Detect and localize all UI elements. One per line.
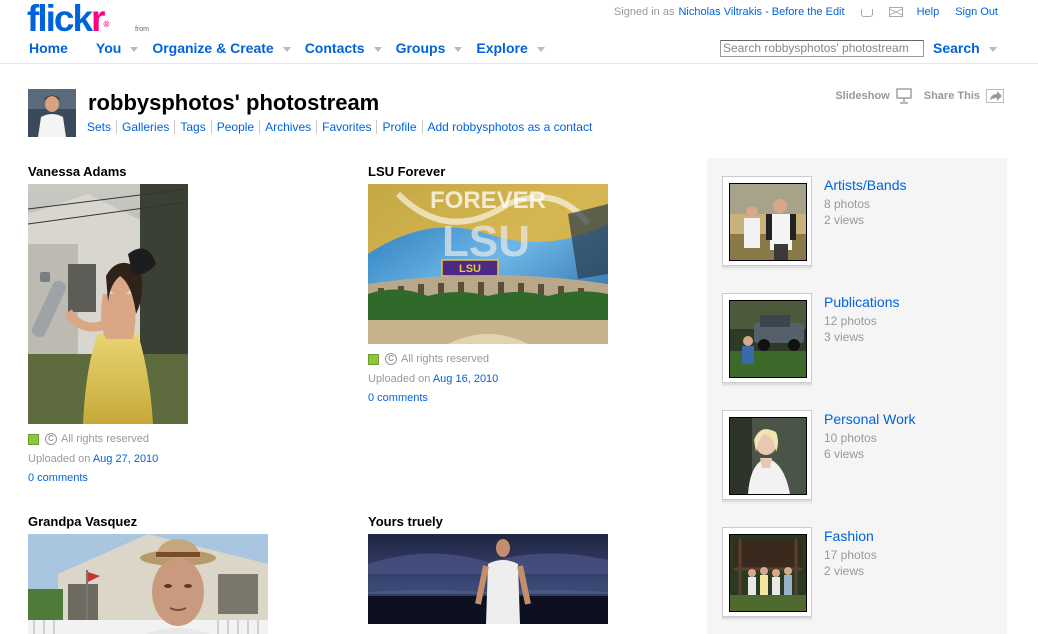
account-bar: Signed in as Nicholas Viltrakis - Before… <box>614 6 998 18</box>
photostream-subnav: Sets Galleries Tags People Archives Favo… <box>87 120 592 134</box>
help-link[interactable]: Help <box>917 6 940 18</box>
set-name-link[interactable]: Personal Work <box>824 411 916 427</box>
nav-groups[interactable]: Groups <box>396 40 477 56</box>
set-photo-count: 10 photos <box>824 431 877 445</box>
subnav-sets[interactable]: Sets <box>87 120 111 134</box>
subnav-favorites[interactable]: Favorites <box>322 120 371 134</box>
chevron-down-icon[interactable] <box>536 46 545 52</box>
share-icon <box>986 89 1004 103</box>
cart-icon[interactable] <box>860 9 873 17</box>
chevron-down-icon[interactable] <box>373 46 382 52</box>
license-info: C All rights reserved <box>368 353 608 365</box>
subnav-tags[interactable]: Tags <box>180 120 205 134</box>
sets-sidebar: Artists/Bands 8 photos 2 views Publicati… <box>707 158 1007 634</box>
set-view-count: 2 views <box>824 213 865 227</box>
sign-out-link[interactable]: Sign Out <box>955 6 998 18</box>
set-name-link[interactable]: Publications <box>824 294 900 310</box>
chevron-down-icon[interactable] <box>454 46 463 52</box>
photo-item: LSU Forever FOREVER LSU LSU C All rights… <box>368 164 608 404</box>
photo-thumbnail[interactable] <box>28 534 268 634</box>
flickr-logo[interactable]: flickr® from <box>27 0 149 37</box>
set-thumbnail[interactable] <box>722 176 812 266</box>
comments-link[interactable]: 0 comments <box>28 472 88 484</box>
copyright-icon: C <box>45 433 57 445</box>
license-green-icon <box>28 433 39 445</box>
subnav-add-contact[interactable]: Add robbysphotos as a contact <box>428 120 593 134</box>
set-photo-count: 12 photos <box>824 314 877 328</box>
set-thumbnail[interactable] <box>722 293 812 383</box>
photostream-actions: Slideshow Share This <box>835 88 1004 104</box>
signed-in-label: Signed in as <box>613 6 675 18</box>
photo-thumbnail[interactable]: FOREVER LSU LSU <box>368 184 608 344</box>
copyright-icon: C <box>385 353 397 365</box>
set-view-count: 2 views <box>824 564 865 578</box>
set-view-count: 6 views <box>824 447 865 461</box>
nav-home[interactable]: Home <box>29 40 68 56</box>
slideshow-button[interactable]: Slideshow <box>835 88 912 104</box>
chevron-down-icon[interactable] <box>989 47 997 52</box>
photo-title[interactable]: Vanessa Adams <box>28 164 188 179</box>
user-name-link[interactable]: Nicholas Viltrakis - Before the Edit <box>678 6 844 18</box>
share-button[interactable]: Share This <box>924 89 1004 103</box>
upload-date: Uploaded on Aug 16, 2010 <box>368 373 499 385</box>
subnav-people[interactable]: People <box>217 120 254 134</box>
set-photo-count: 17 photos <box>824 548 877 562</box>
license-info: C All rights reserved <box>28 433 188 445</box>
set-thumbnail[interactable] <box>722 527 812 617</box>
subnav-galleries[interactable]: Galleries <box>122 120 169 134</box>
set-name-link[interactable]: Artists/Bands <box>824 177 906 193</box>
photo-title[interactable]: LSU Forever <box>368 164 608 179</box>
set-thumbnail[interactable] <box>722 410 812 500</box>
slideshow-icon <box>896 88 912 104</box>
stadium-badge-text: LSU <box>459 263 481 275</box>
overlay-forever-text: FOREVER <box>430 187 546 214</box>
subnav-archives[interactable]: Archives <box>265 120 311 134</box>
chevron-down-icon[interactable] <box>282 46 291 52</box>
page-title: robbysphotos' photostream <box>88 90 380 115</box>
logo-from-text: from <box>135 26 149 33</box>
chevron-down-icon[interactable] <box>130 46 139 52</box>
photo-item: Vanessa Adams C All rights reserved Uplo… <box>28 164 188 484</box>
upload-date: Uploaded on Aug 27, 2010 <box>28 453 159 465</box>
subnav-profile[interactable]: Profile <box>382 120 416 134</box>
license-green-icon <box>368 353 379 365</box>
nav-contacts[interactable]: Contacts <box>305 40 396 56</box>
search-button[interactable]: Search <box>933 40 980 56</box>
upload-date-link[interactable]: Aug 16, 2010 <box>433 373 498 385</box>
photo-title[interactable]: Yours truely <box>368 514 608 529</box>
search-input[interactable]: Search robbysphotos' photostream <box>720 40 924 57</box>
overlay-lsu-text: LSU <box>442 217 530 266</box>
header-divider <box>0 63 1038 64</box>
nav-you[interactable]: You <box>96 40 152 56</box>
set-view-count: 3 views <box>824 330 865 344</box>
photo-thumbnail[interactable] <box>28 184 188 424</box>
set-name-link[interactable]: Fashion <box>824 528 874 544</box>
photo-item: Yours truely <box>368 514 608 624</box>
photo-thumbnail[interactable] <box>368 534 608 624</box>
avatar[interactable] <box>28 89 76 137</box>
main-nav: Home You Organize & Create Contacts Grou… <box>29 40 559 56</box>
photo-item: Grandpa Vasquez <box>28 514 268 634</box>
set-photo-count: 8 photos <box>824 197 871 211</box>
photo-title[interactable]: Grandpa Vasquez <box>28 514 268 529</box>
comments-link[interactable]: 0 comments <box>368 392 428 404</box>
mail-icon[interactable] <box>888 7 903 17</box>
upload-date-link[interactable]: Aug 27, 2010 <box>93 453 158 465</box>
nav-organize-create[interactable]: Organize & Create <box>152 40 304 56</box>
nav-explore[interactable]: Explore <box>476 40 558 56</box>
